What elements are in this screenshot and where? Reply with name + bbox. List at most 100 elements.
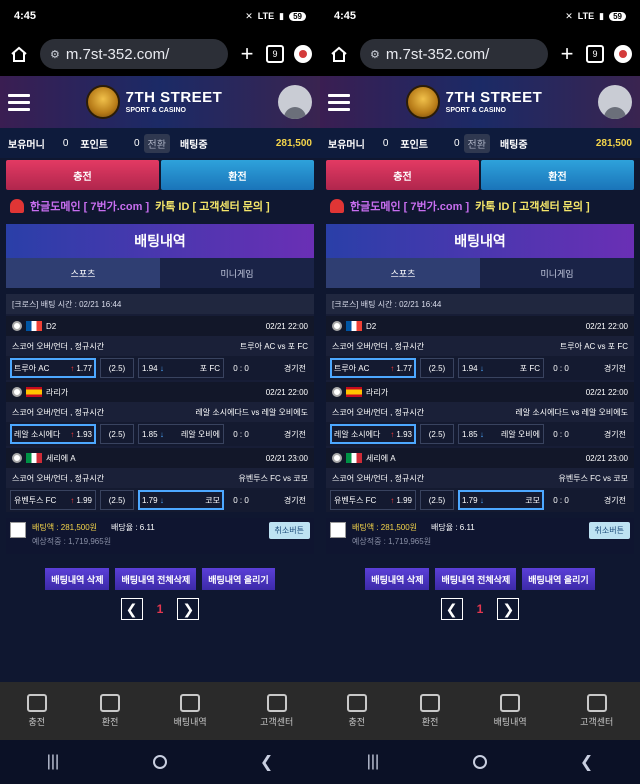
logo-title: 7TH STREET bbox=[445, 89, 543, 106]
footer-deposit[interactable]: 충전 bbox=[26, 694, 47, 728]
expected-win: 예상적중 : 1,719,965원 bbox=[352, 537, 432, 546]
new-tab-button[interactable]: + bbox=[238, 41, 256, 67]
status-bar: 4:45 ✕ LTE ▮ 59 bbox=[320, 0, 640, 32]
tab-count-button[interactable]: 9 bbox=[586, 45, 604, 63]
system-back-button[interactable]: ❮ bbox=[580, 752, 593, 772]
flag-icon bbox=[26, 387, 42, 397]
site-logo[interactable]: 7TH STREET SPORT & CASINO bbox=[405, 85, 543, 119]
home-team: 레알 소시에다 bbox=[334, 429, 381, 439]
away-odd-button[interactable]: 1.85 ↓ 레알 오비에 bbox=[138, 424, 224, 444]
home-odd-button[interactable]: 레알 소시에다 ↑ 1.93 bbox=[330, 424, 416, 444]
recent-apps-button[interactable]: ||| bbox=[47, 753, 59, 771]
home-odd-button[interactable]: 트루아 AC ↑ 1.77 bbox=[330, 358, 416, 378]
deposit-button[interactable]: 충전 bbox=[6, 160, 159, 190]
money-label: 보유머니 bbox=[328, 139, 365, 151]
menu-icon[interactable] bbox=[328, 93, 350, 111]
site-settings-icon[interactable]: ⚙ bbox=[50, 48, 60, 61]
system-nav: ||| ❮ bbox=[0, 740, 320, 784]
select-checkbox[interactable] bbox=[10, 522, 26, 538]
league-row: 세리에 A 02/21 23:00 bbox=[326, 448, 634, 468]
cancel-button[interactable]: 취소버튼 bbox=[588, 522, 630, 539]
footer-history[interactable]: 배팅내역 bbox=[494, 694, 527, 728]
system-back-button[interactable]: ❮ bbox=[260, 752, 273, 772]
home-odd: 1.77 bbox=[396, 363, 412, 373]
menu-icon[interactable] bbox=[8, 93, 30, 111]
tab-sports[interactable]: 스포츠 bbox=[326, 258, 480, 288]
home-icon[interactable] bbox=[8, 43, 30, 65]
tab-count-button[interactable]: 9 bbox=[266, 45, 284, 63]
delete-all-history-button[interactable]: 배팅내역 전체삭제 bbox=[115, 568, 197, 590]
handicap-button[interactable]: (2.5) bbox=[420, 424, 454, 444]
system-home-button[interactable] bbox=[472, 755, 487, 769]
withdraw-button[interactable]: 환전 bbox=[161, 160, 314, 190]
siren-icon bbox=[330, 199, 344, 213]
url-bar[interactable]: ⚙ m.7st-352.com/ bbox=[360, 39, 548, 69]
balance-bar: 보유머니 0 포인트 0 전환 배팅중 281,500 bbox=[0, 128, 320, 158]
site-header: 7TH STREET SPORT & CASINO bbox=[320, 76, 640, 128]
score: 0 : 0 bbox=[233, 363, 249, 373]
extension-icon[interactable] bbox=[294, 45, 312, 63]
footer-history[interactable]: 배팅내역 bbox=[174, 694, 207, 728]
current-page[interactable]: 1 bbox=[157, 602, 164, 616]
handicap-button[interactable]: (2.5) bbox=[420, 358, 454, 378]
convert-button[interactable]: 전환 bbox=[143, 133, 170, 153]
bet-odds: 배당율 : 6.11 bbox=[431, 523, 475, 532]
league-name: 라리가 bbox=[46, 387, 69, 397]
bet-amount: 배팅액 : 281,500원 bbox=[32, 523, 98, 532]
handicap-value: (2.5) bbox=[428, 429, 446, 439]
url-text: m.7st-352.com/ bbox=[385, 45, 490, 63]
footer-support[interactable]: 고객센터 bbox=[580, 694, 613, 728]
history-actions: 배팅내역 삭제 배팅내역 전체삭제 배팅내역 올리기 bbox=[326, 568, 634, 590]
footer-withdraw[interactable]: 환전 bbox=[420, 694, 441, 728]
convert-button[interactable]: 전환 bbox=[463, 133, 490, 153]
home-odd-button[interactable]: 트루아 AC ↑ 1.77 bbox=[10, 358, 96, 378]
away-odd-button[interactable]: 1.85 ↓ 레알 오비에 bbox=[458, 424, 544, 444]
withdraw-button[interactable]: 환전 bbox=[481, 160, 634, 190]
handicap-button[interactable]: (2.5) bbox=[100, 424, 134, 444]
tab-sports[interactable]: 스포츠 bbox=[6, 258, 160, 288]
prev-page-button[interactable]: ❮ bbox=[440, 598, 463, 620]
handicap-button[interactable]: (2.5) bbox=[420, 490, 454, 510]
next-page-button[interactable]: ❯ bbox=[497, 598, 520, 620]
footer-support[interactable]: 고객센터 bbox=[260, 694, 293, 728]
upload-history-button[interactable]: 배팅내역 올리기 bbox=[202, 568, 275, 590]
deposit-button[interactable]: 충전 bbox=[326, 160, 479, 190]
avatar[interactable] bbox=[278, 85, 312, 119]
delete-history-button[interactable]: 배팅내역 삭제 bbox=[45, 568, 110, 590]
soccer-icon bbox=[12, 387, 22, 397]
home-odd-button[interactable]: 유벤투스 FC ↑ 1.99 bbox=[10, 490, 96, 510]
away-odd-button[interactable]: 1.94 ↓ 포 FC bbox=[458, 358, 544, 378]
prev-page-button[interactable]: ❮ bbox=[120, 598, 143, 620]
delete-history-button[interactable]: 배팅내역 삭제 bbox=[365, 568, 430, 590]
network-label: LTE bbox=[257, 11, 275, 21]
home-odd-button[interactable]: 레알 소시에다 ↑ 1.93 bbox=[10, 424, 96, 444]
upload-history-button[interactable]: 배팅내역 올리기 bbox=[522, 568, 595, 590]
home-icon[interactable] bbox=[328, 43, 350, 65]
league-name: D2 bbox=[366, 321, 377, 331]
handicap-button[interactable]: (2.5) bbox=[100, 490, 134, 510]
handicap-button[interactable]: (2.5) bbox=[100, 358, 134, 378]
avatar[interactable] bbox=[598, 85, 632, 119]
tab-minigame[interactable]: 미니게임 bbox=[480, 258, 634, 288]
away-odd-button[interactable]: 1.94 ↓ 포 FC bbox=[138, 358, 224, 378]
away-odd-button[interactable]: 1.79 ↓ 코모 bbox=[138, 490, 224, 510]
site-settings-icon[interactable]: ⚙ bbox=[370, 48, 380, 61]
bet-odds: 배당율 : 6.11 bbox=[111, 523, 155, 532]
recent-apps-button[interactable]: ||| bbox=[367, 753, 379, 771]
footer-deposit[interactable]: 충전 bbox=[346, 694, 367, 728]
url-bar[interactable]: ⚙ m.7st-352.com/ bbox=[40, 39, 228, 69]
site-logo[interactable]: 7TH STREET SPORT & CASINO bbox=[85, 85, 223, 119]
system-home-button[interactable] bbox=[152, 755, 167, 769]
cancel-button[interactable]: 취소버튼 bbox=[268, 522, 310, 539]
delete-all-history-button[interactable]: 배팅내역 전체삭제 bbox=[435, 568, 517, 590]
extension-icon[interactable] bbox=[614, 45, 632, 63]
tab-minigame[interactable]: 미니게임 bbox=[160, 258, 314, 288]
document-icon bbox=[500, 694, 521, 712]
select-checkbox[interactable] bbox=[330, 522, 346, 538]
next-page-button[interactable]: ❯ bbox=[177, 598, 200, 620]
new-tab-button[interactable]: + bbox=[558, 41, 576, 67]
footer-withdraw[interactable]: 환전 bbox=[100, 694, 121, 728]
current-page[interactable]: 1 bbox=[477, 602, 484, 616]
home-odd-button[interactable]: 유벤투스 FC ↑ 1.99 bbox=[330, 490, 416, 510]
away-odd-button[interactable]: 1.79 ↓ 코모 bbox=[458, 490, 544, 510]
